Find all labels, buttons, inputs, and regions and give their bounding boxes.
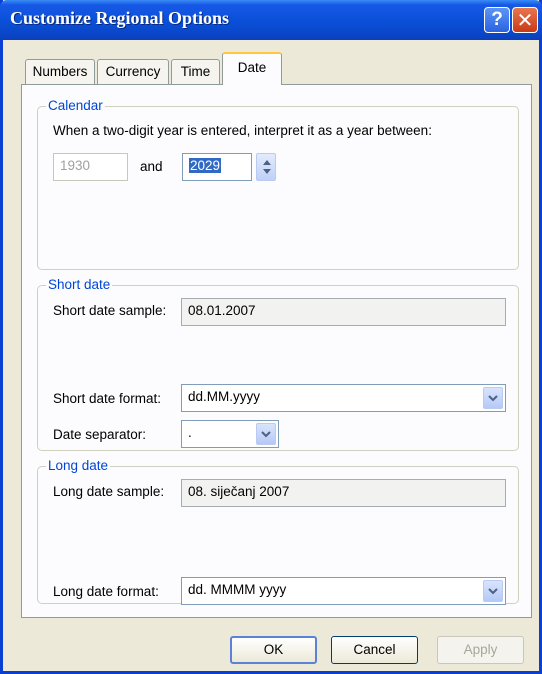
chevron-down-icon[interactable] xyxy=(256,423,276,445)
tab-currency[interactable]: Currency xyxy=(97,59,169,85)
window-title: Customize Regional Options xyxy=(10,8,230,28)
short-date-group-title: Short date xyxy=(46,277,113,292)
tab-date[interactable]: Date xyxy=(222,52,282,85)
end-year-value: 2029 xyxy=(189,158,222,173)
long-date-format-combo[interactable]: dd. MMMM yyyy xyxy=(181,577,506,605)
and-label: and xyxy=(140,159,163,174)
customize-regional-options-dialog: Customize Regional Options ? ✕ Numbers C… xyxy=(0,0,542,674)
short-date-format-value: dd.MM.yyyy xyxy=(188,389,261,404)
apply-button[interactable]: Apply xyxy=(437,636,524,664)
close-button[interactable]: ✕ xyxy=(512,7,538,33)
short-date-sample-field: 08.01.2007 xyxy=(181,298,506,326)
calendar-group: Calendar When a two-digit year is entere… xyxy=(37,98,519,270)
tab-numbers[interactable]: Numbers xyxy=(25,59,95,85)
ok-button[interactable]: OK xyxy=(230,636,317,664)
end-year-field[interactable]: 2029 xyxy=(182,153,252,181)
date-separator-value: . xyxy=(188,425,192,440)
long-date-format-value: dd. MMMM yyyy xyxy=(188,582,287,597)
title-bar[interactable]: Customize Regional Options ? ✕ xyxy=(0,0,542,40)
chevron-down-icon[interactable] xyxy=(483,387,503,409)
end-year-spinner[interactable] xyxy=(256,153,276,181)
long-date-sample-field: 08. siječanj 2007 xyxy=(181,479,506,507)
start-year-field: 1930 xyxy=(53,153,128,181)
short-date-format-combo[interactable]: dd.MM.yyyy xyxy=(181,384,506,412)
spin-up-icon[interactable] xyxy=(263,160,271,165)
short-date-format-label: Short date format: xyxy=(53,391,162,406)
long-date-format-label: Long date format: xyxy=(53,584,159,599)
date-tab-panel: Calendar When a two-digit year is entere… xyxy=(21,84,532,618)
long-date-group-title: Long date xyxy=(46,458,111,473)
tab-time[interactable]: Time xyxy=(171,59,220,85)
spin-down-icon[interactable] xyxy=(263,169,271,174)
cancel-button[interactable]: Cancel xyxy=(331,636,418,664)
chevron-down-icon[interactable] xyxy=(483,580,503,602)
short-date-sample-label: Short date sample: xyxy=(53,303,167,318)
long-date-sample-label: Long date sample: xyxy=(53,484,165,499)
short-date-group: Short date Short date sample: 08.01.2007… xyxy=(37,277,519,451)
two-digit-year-description: When a two-digit year is entered, interp… xyxy=(53,123,432,138)
long-date-group: Long date Long date sample: 08. siječanj… xyxy=(37,458,519,605)
date-separator-label: Date separator: xyxy=(53,427,147,442)
help-button[interactable]: ? xyxy=(484,7,510,33)
date-separator-combo[interactable]: . xyxy=(181,420,279,448)
calendar-group-title: Calendar xyxy=(46,98,105,113)
